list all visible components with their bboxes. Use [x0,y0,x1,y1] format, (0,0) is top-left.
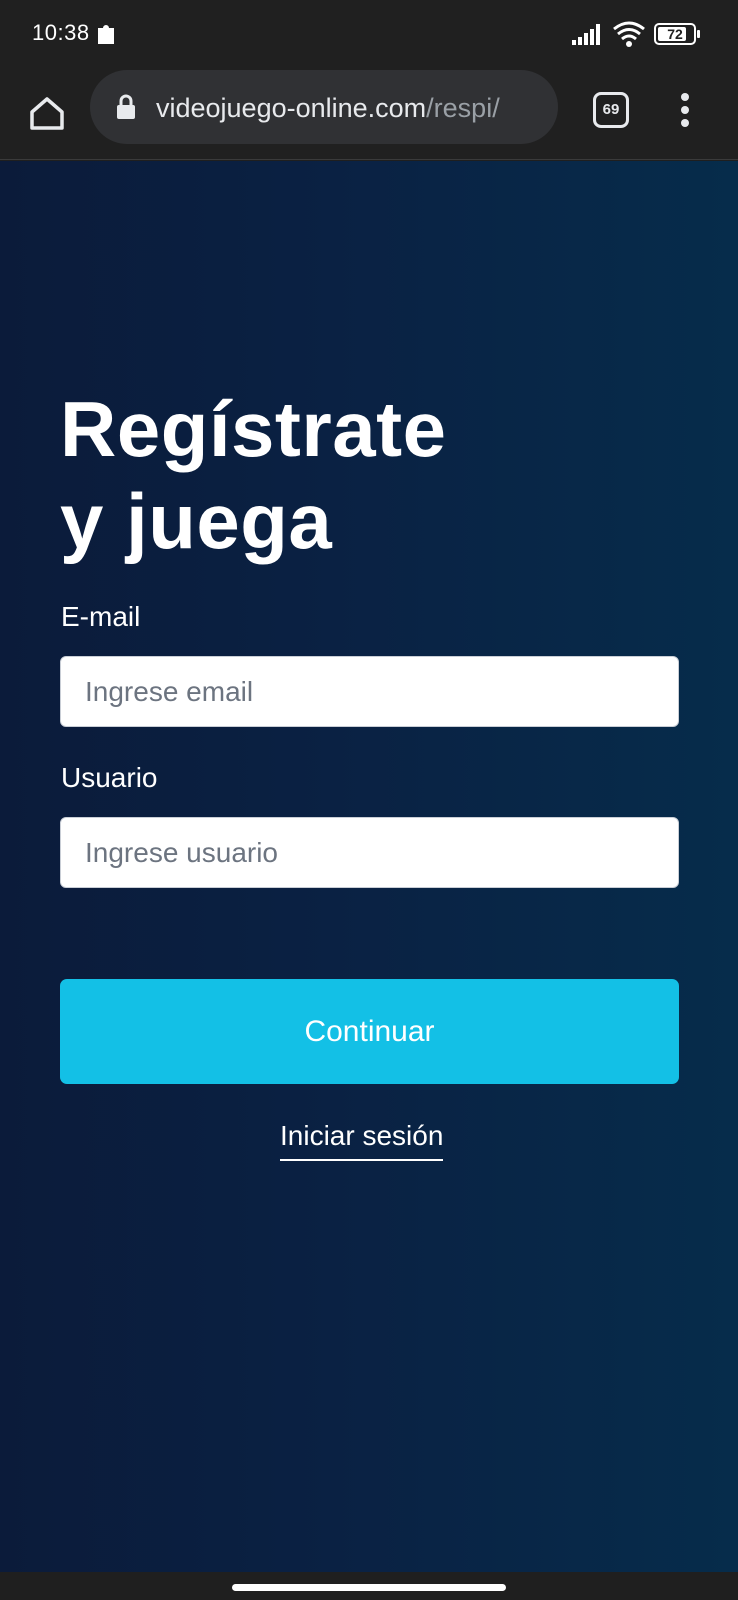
puzzle-icon [96,22,118,46]
battery-icon: 72 [654,22,702,46]
username-label: Usuario [61,762,158,793]
more-vert-icon[interactable] [670,88,700,132]
url-path: /respi/ [426,93,500,123]
title-line-2: y juega [60,477,333,565]
wifi-icon [612,20,646,48]
battery-level: 72 [667,26,683,42]
page-title: Regístrate y juega [60,383,680,567]
url-text: videojuego-online.com/respi/ [156,92,550,124]
home-icon[interactable] [24,90,70,136]
lock-icon [116,94,136,120]
browser-toolbar: videojuego-online.com/respi/ 69 [0,68,738,160]
tabs-icon[interactable]: 69 [593,92,629,128]
status-time: 10:38 [32,20,90,45]
address-bar[interactable]: videojuego-online.com/respi/ [90,70,558,144]
system-nav-bar [0,1572,738,1600]
email-label: E-mail [61,601,141,632]
url-domain: videojuego-online.com [156,93,427,123]
status-bar: 10:38 72 [0,0,738,68]
signal-icon [572,22,604,46]
continue-button[interactable]: Continuar [60,979,679,1084]
login-link[interactable]: Iniciar sesión [280,1119,444,1161]
signup-page: Regístrate y juega E-mail Usuario Contin… [0,161,738,1572]
email-field[interactable] [60,656,679,727]
title-line-1: Regístrate [60,385,447,473]
gesture-handle[interactable] [232,1584,506,1591]
username-field[interactable] [60,817,679,888]
